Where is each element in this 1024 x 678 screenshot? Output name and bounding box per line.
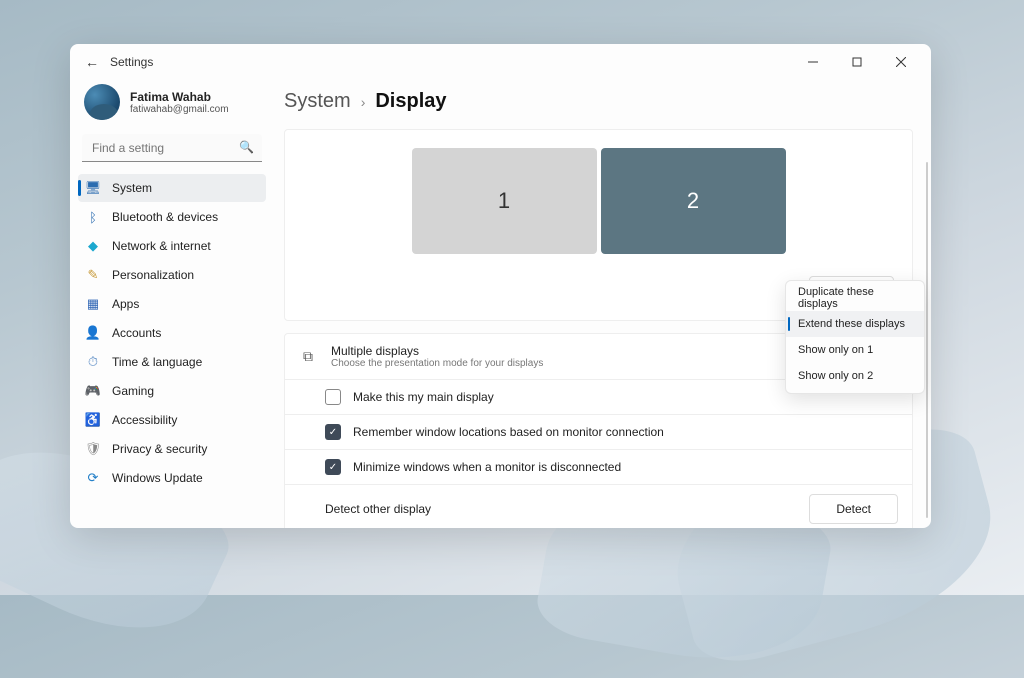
nav-network[interactable]: ◆Network & internet (78, 232, 266, 260)
profile[interactable]: Fatima Wahab fatiwahab@gmail.com (78, 80, 266, 134)
sidebar: Fatima Wahab fatiwahab@gmail.com 🔍 🖥Syst… (70, 80, 272, 528)
row-detect: Detect other display Detect (284, 485, 913, 528)
displays-icon: ⧉ (299, 348, 317, 365)
nav-update[interactable]: ⟳Windows Update (78, 464, 266, 492)
window-controls (791, 48, 923, 76)
section-subtitle: Choose the presentation mode for your di… (331, 358, 543, 369)
label-minimize: Minimize windows when a monitor is disco… (353, 460, 621, 474)
time-icon: ⏱ (86, 354, 100, 370)
nav-accessibility[interactable]: ♿Accessibility (78, 406, 266, 434)
search: 🔍 (82, 134, 262, 162)
search-icon: 🔍 (239, 140, 254, 154)
bluetooth-icon: ᛒ (86, 210, 100, 225)
nav-personalization[interactable]: ✎Personalization (78, 261, 266, 289)
dd-duplicate[interactable]: Duplicate these displays (786, 285, 924, 311)
monitor-1[interactable]: 1 (412, 148, 597, 254)
nav-bluetooth[interactable]: ᛒBluetooth & devices (78, 203, 266, 231)
checkbox-minimize[interactable]: ✓ (325, 459, 341, 475)
accounts-icon: 👤 (86, 325, 100, 341)
minimize-button[interactable] (791, 48, 835, 76)
apps-icon: ▦ (86, 296, 100, 312)
accessibility-icon: ♿ (86, 412, 100, 428)
close-button[interactable] (879, 48, 923, 76)
detect-button[interactable]: Detect (809, 494, 898, 524)
titlebar: ← Settings (70, 44, 931, 80)
maximize-button[interactable] (835, 48, 879, 76)
nav-accounts[interactable]: 👤Accounts (78, 319, 266, 347)
nav-gaming[interactable]: 🎮Gaming (78, 377, 266, 405)
breadcrumb-current: Display (375, 90, 446, 113)
settings-window: ← Settings Fatima Wahab fatiwahab@gmail.… (70, 44, 931, 528)
network-icon: ◆ (86, 238, 100, 254)
breadcrumb: System › Display (284, 80, 913, 129)
nav-privacy[interactable]: 🛡Privacy & security (78, 435, 266, 463)
label-remember: Remember window locations based on monit… (353, 425, 664, 439)
dd-extend[interactable]: Extend these displays (786, 311, 924, 337)
profile-name: Fatima Wahab (130, 90, 229, 104)
nav-system[interactable]: 🖥System (78, 174, 266, 202)
main-content: System › Display 1 2 Identify Duplicate … (272, 80, 931, 528)
update-icon: ⟳ (86, 470, 100, 486)
label-detect: Detect other display (325, 502, 431, 516)
nav-time-language[interactable]: ⏱Time & language (78, 348, 266, 376)
checkbox-main-display[interactable] (325, 389, 341, 405)
scrollbar[interactable] (926, 162, 928, 518)
back-button[interactable]: ← (78, 48, 106, 76)
dd-only-1[interactable]: Show only on 1 (786, 337, 924, 363)
row-remember: ✓ Remember window locations based on mon… (284, 415, 913, 450)
label-main-display: Make this my main display (353, 390, 494, 404)
gaming-icon: 🎮 (86, 383, 100, 399)
privacy-icon: 🛡 (86, 441, 100, 457)
chevron-right-icon: › (361, 94, 366, 110)
dd-only-2[interactable]: Show only on 2 (786, 363, 924, 389)
system-icon: 🖥 (86, 180, 100, 196)
window-title: Settings (110, 55, 153, 69)
row-minimize: ✓ Minimize windows when a monitor is dis… (284, 450, 913, 485)
breadcrumb-parent[interactable]: System (284, 90, 351, 113)
section-title: Multiple displays (331, 344, 543, 358)
avatar (84, 84, 120, 120)
personalization-icon: ✎ (86, 267, 100, 283)
display-mode-dropdown: Duplicate these displays Extend these di… (785, 280, 925, 394)
search-input[interactable] (82, 134, 262, 162)
nav: 🖥System ᛒBluetooth & devices ◆Network & … (78, 174, 266, 492)
profile-email: fatiwahab@gmail.com (130, 104, 229, 115)
checkbox-remember[interactable]: ✓ (325, 424, 341, 440)
nav-apps[interactable]: ▦Apps (78, 290, 266, 318)
monitor-2[interactable]: 2 (601, 148, 786, 254)
